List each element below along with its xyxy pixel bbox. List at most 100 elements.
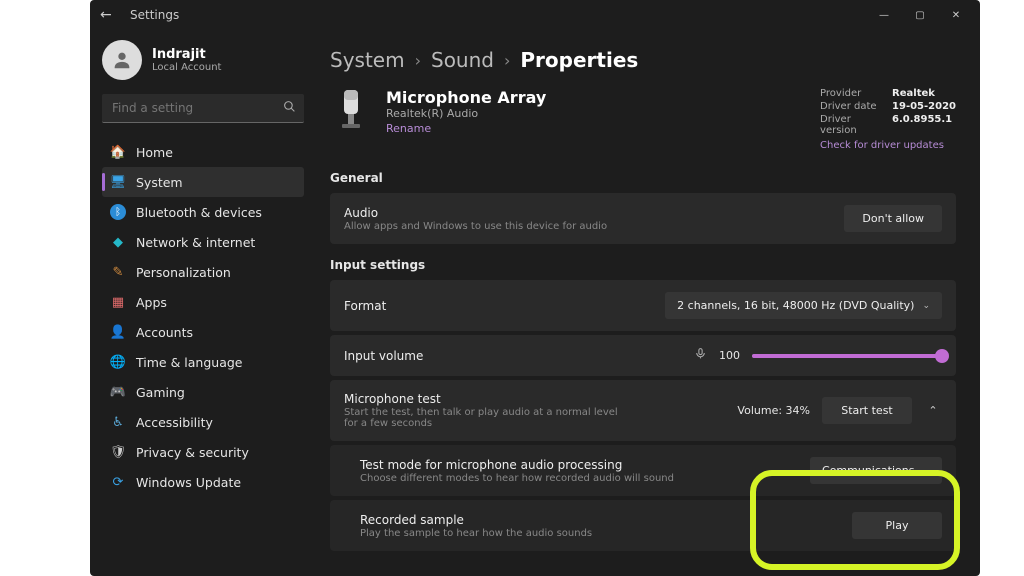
mic-test-card: Microphone test Start the test, then tal… — [330, 380, 956, 441]
nav-icon: ⟳ — [110, 474, 126, 490]
nav-label: Windows Update — [136, 475, 241, 490]
volume-title: Input volume — [344, 349, 423, 363]
nav-label: System — [136, 175, 183, 190]
nav-list: 🏠 Home 🖥 System ᛒ Bluetooth & devices ◆ Network… — [102, 137, 304, 497]
audio-desc: Allow apps and Windows to use this devic… — [344, 221, 832, 232]
nav-label: Privacy & security — [136, 445, 249, 460]
back-arrow-icon[interactable]: ← — [100, 7, 120, 23]
test-mode-card: Test mode for microphone audio processin… — [330, 445, 956, 496]
sidebar-item-privacy-security[interactable]: 🛡 Privacy & security — [102, 437, 304, 467]
sidebar-item-personalization[interactable]: ✎ Personalization — [102, 257, 304, 287]
device-header: Microphone Array Realtek(R) Audio Rename… — [330, 88, 956, 151]
sidebar-item-accounts[interactable]: 👤 Accounts — [102, 317, 304, 347]
avatar — [102, 40, 142, 80]
nav-icon: 👤 — [110, 324, 126, 340]
nav-icon: ✎ — [110, 264, 126, 280]
nav-label: Time & language — [136, 355, 242, 370]
nav-label: Network & internet — [136, 235, 255, 250]
breadcrumb-sound[interactable]: Sound — [431, 48, 494, 72]
nav-icon: ᛒ — [110, 204, 126, 220]
general-header: General — [330, 171, 956, 185]
sidebar-item-home[interactable]: 🏠 Home — [102, 137, 304, 167]
expand-collapse-icon[interactable]: ⌃ — [924, 404, 942, 417]
nav-icon: ▦ — [110, 294, 126, 310]
driver-date-label: Driver date — [820, 101, 886, 112]
rename-link[interactable]: Rename — [386, 122, 431, 135]
recorded-sample-title: Recorded sample — [360, 513, 840, 527]
test-mode-dropdown[interactable]: Communications ⌄ — [810, 457, 942, 484]
titlebar: ← Settings — ▢ ✕ — [90, 0, 980, 30]
nav-label: Gaming — [136, 385, 185, 400]
sidebar-item-apps[interactable]: ▦ Apps — [102, 287, 304, 317]
nav-label: Accounts — [136, 325, 193, 340]
nav-icon: 🎮 — [110, 384, 126, 400]
search-box[interactable] — [102, 94, 304, 123]
nav-icon: ♿ — [110, 414, 126, 430]
volume-slider[interactable] — [752, 354, 942, 358]
format-title: Format — [344, 299, 653, 313]
recorded-sample-card: Recorded sample Play the sample to hear … — [330, 500, 956, 551]
search-input[interactable] — [102, 94, 304, 123]
input-header: Input settings — [330, 258, 956, 272]
nav-icon: ◆ — [110, 234, 126, 250]
format-card: Format 2 channels, 16 bit, 48000 Hz (DVD… — [330, 280, 956, 331]
sidebar-item-gaming[interactable]: 🎮 Gaming — [102, 377, 304, 407]
check-updates-link[interactable]: Check for driver updates — [820, 140, 956, 151]
settings-window: ← Settings — ▢ ✕ Indrajit Local Account — [90, 0, 980, 576]
breadcrumb-current: Properties — [520, 48, 638, 72]
test-mode-desc: Choose different modes to hear how recor… — [360, 473, 798, 484]
nav-label: Apps — [136, 295, 167, 310]
chevron-right-icon: › — [415, 51, 421, 70]
driver-info: ProviderRealtek Driver date19-05-2020 Dr… — [820, 88, 956, 151]
microphone-icon — [330, 88, 372, 136]
device-name: Microphone Array — [386, 88, 806, 107]
sidebar: Indrajit Local Account 🏠 Home 🖥 System ᛒ Blue… — [90, 30, 312, 576]
driver-date-value: 19-05-2020 — [892, 101, 956, 112]
sidebar-item-system[interactable]: 🖥 System — [102, 167, 304, 197]
user-name: Indrajit — [152, 47, 221, 62]
format-value: 2 channels, 16 bit, 48000 Hz (DVD Qualit… — [677, 299, 914, 312]
dont-allow-button[interactable]: Don't allow — [844, 205, 942, 232]
breadcrumb-system[interactable]: System — [330, 48, 405, 72]
nav-icon: 🖥 — [110, 174, 126, 190]
chevron-right-icon: › — [504, 51, 510, 70]
provider-label: Provider — [820, 88, 886, 99]
sidebar-item-bluetooth-devices[interactable]: ᛒ Bluetooth & devices — [102, 197, 304, 227]
driver-version-value: 6.0.8955.1 — [892, 114, 956, 136]
chevron-down-icon: ⌄ — [922, 301, 930, 311]
device-sub: Realtek(R) Audio — [386, 107, 806, 120]
mic-test-title: Microphone test — [344, 392, 725, 406]
close-button[interactable]: ✕ — [938, 1, 974, 29]
chevron-down-icon: ⌄ — [922, 466, 930, 476]
mic-test-desc: Start the test, then talk or play audio … — [344, 407, 624, 429]
main-content: System › Sound › Properties Microphone A… — [312, 30, 980, 576]
sidebar-item-network-internet[interactable]: ◆ Network & internet — [102, 227, 304, 257]
recorded-sample-desc: Play the sample to hear how the audio so… — [360, 528, 840, 539]
window-title: Settings — [130, 8, 866, 22]
mic-test-volume: Volume: 34% — [737, 404, 810, 417]
nav-icon: 🏠 — [110, 144, 126, 160]
search-icon — [283, 100, 296, 116]
sidebar-item-accessibility[interactable]: ♿ Accessibility — [102, 407, 304, 437]
format-dropdown[interactable]: 2 channels, 16 bit, 48000 Hz (DVD Qualit… — [665, 292, 942, 319]
nav-label: Accessibility — [136, 415, 213, 430]
breadcrumb: System › Sound › Properties — [330, 48, 956, 72]
user-block[interactable]: Indrajit Local Account — [102, 40, 304, 80]
nav-label: Bluetooth & devices — [136, 205, 262, 220]
start-test-button[interactable]: Start test — [822, 397, 912, 424]
nav-label: Personalization — [136, 265, 231, 280]
sidebar-item-windows-update[interactable]: ⟳ Windows Update — [102, 467, 304, 497]
minimize-button[interactable]: — — [866, 1, 902, 29]
nav-icon: 🌐 — [110, 354, 126, 370]
test-mode-value: Communications — [822, 464, 914, 477]
user-icon — [111, 49, 133, 71]
volume-value: 100 — [719, 349, 740, 362]
sidebar-item-time-language[interactable]: 🌐 Time & language — [102, 347, 304, 377]
mic-icon — [694, 347, 707, 364]
nav-icon: 🛡 — [110, 444, 126, 460]
nav-label: Home — [136, 145, 173, 160]
user-account: Local Account — [152, 62, 221, 73]
maximize-button[interactable]: ▢ — [902, 1, 938, 29]
input-volume-card: Input volume 100 — [330, 335, 956, 376]
play-button[interactable]: Play — [852, 512, 942, 539]
